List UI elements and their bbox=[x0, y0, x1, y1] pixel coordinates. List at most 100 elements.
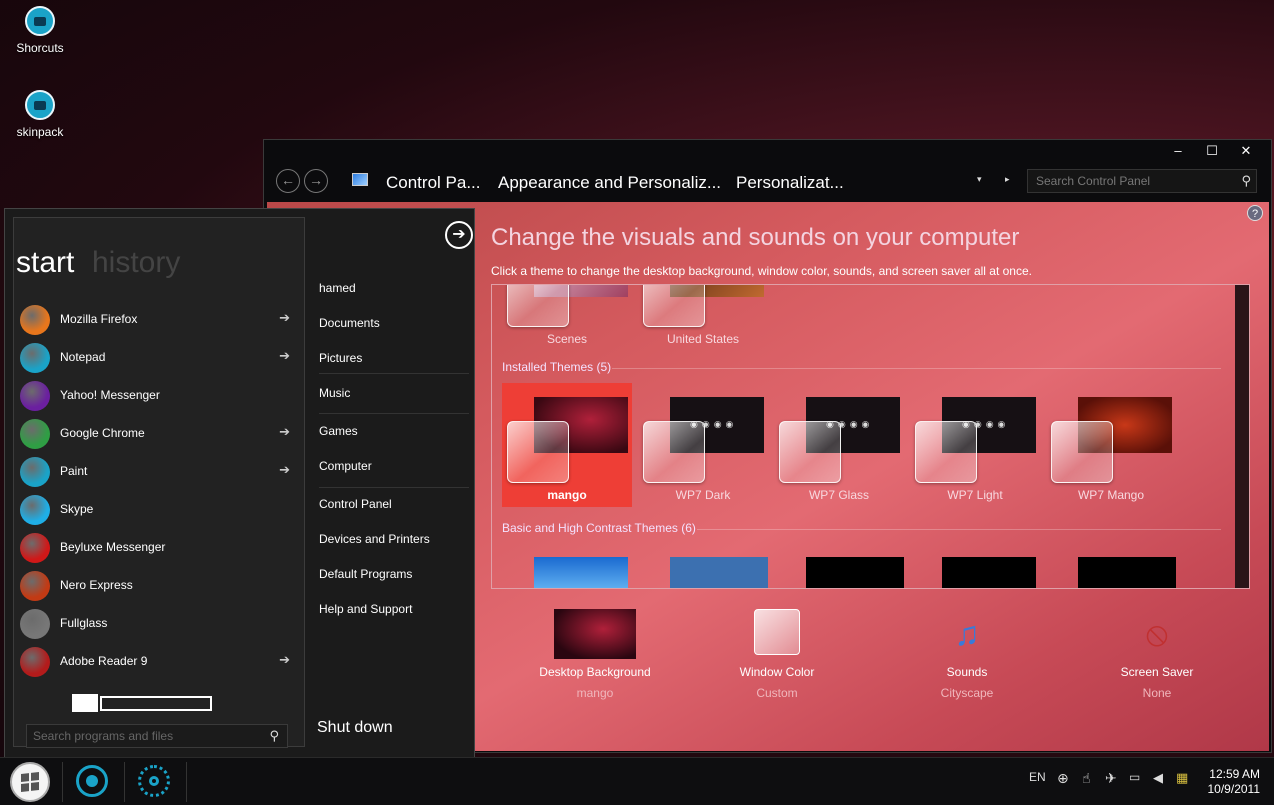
search-placeholder: Search programs and files bbox=[33, 729, 174, 743]
chevron-down-icon[interactable]: ▾ bbox=[977, 174, 982, 185]
program-icon bbox=[20, 305, 50, 335]
battery-icon[interactable]: ▭ bbox=[1129, 770, 1140, 784]
theme-glass-swatch bbox=[779, 421, 841, 483]
start-button[interactable] bbox=[10, 762, 50, 802]
breadcrumb-control-panel[interactable]: Control Pa... bbox=[386, 173, 481, 193]
program-label: Fullglass bbox=[60, 616, 108, 630]
eye-icon[interactable] bbox=[76, 765, 108, 797]
theme-wp7-glass[interactable]: ◉◉◉◉ WP7 Glass bbox=[774, 383, 904, 507]
control-panel-search-input[interactable]: Search Control Panel ⚲ bbox=[1027, 169, 1257, 193]
maximize-button[interactable]: ☐ bbox=[1195, 142, 1229, 160]
theme-basic-4[interactable] bbox=[942, 557, 1036, 588]
search-icon[interactable]: ⚲ bbox=[269, 728, 279, 744]
forward-button[interactable]: → bbox=[304, 169, 328, 193]
program-icon bbox=[20, 343, 50, 373]
jump-list-arrow-icon[interactable]: ➔ bbox=[279, 424, 290, 440]
program-item[interactable]: Beyluxe Messenger bbox=[18, 530, 300, 566]
desktop-icon-skinpack[interactable]: skinpack bbox=[4, 90, 76, 139]
installed-themes-header: Installed Themes (5) bbox=[502, 360, 612, 374]
volume-icon[interactable]: ◀ bbox=[1153, 770, 1163, 786]
all-programs-arrow-icon[interactable]: ➔ bbox=[445, 221, 473, 249]
program-item[interactable]: Skype bbox=[18, 492, 300, 528]
flag-icon[interactable]: ▦ bbox=[1176, 770, 1188, 786]
screen-saver-icon: ⦸ bbox=[1145, 615, 1169, 653]
place-item[interactable]: Games bbox=[319, 424, 358, 438]
theme-wp7-light[interactable]: ◉◉◉◉ WP7 Light bbox=[910, 383, 1040, 507]
close-button[interactable]: ✕ bbox=[1229, 142, 1263, 160]
program-label: Skype bbox=[60, 502, 94, 516]
places-divider bbox=[319, 373, 469, 374]
language-indicator[interactable]: EN bbox=[1029, 770, 1046, 784]
program-item[interactable]: Yahoo! Messenger bbox=[18, 378, 300, 414]
theme-basic-1[interactable] bbox=[534, 557, 628, 588]
place-item[interactable]: Music bbox=[319, 386, 350, 400]
breadcrumb-personalization[interactable]: Personalizat... bbox=[736, 173, 844, 193]
place-item[interactable]: Computer bbox=[319, 459, 372, 473]
shutdown-button[interactable]: Shut down bbox=[317, 719, 393, 737]
network-icon[interactable]: ✈ bbox=[1105, 770, 1117, 787]
program-item[interactable]: Mozilla Firefox ➔ bbox=[18, 302, 300, 338]
theme-wp7-mango[interactable]: WP7 Mango bbox=[1046, 383, 1176, 507]
setting-value: mango bbox=[576, 686, 614, 700]
theme-label: Scenes bbox=[546, 332, 588, 346]
program-item[interactable]: Google Chrome ➔ bbox=[18, 416, 300, 452]
chevron-right-icon[interactable]: ▸ bbox=[1005, 174, 1010, 185]
taskbar: EN ⊕ ☝ ✈ ▭ ◀ ▦ 12:59 AM 10/9/2011 bbox=[0, 757, 1274, 805]
jump-list-arrow-icon[interactable]: ➔ bbox=[279, 310, 290, 326]
sounds-link[interactable]: ♫ Sounds Cityscape bbox=[897, 609, 1037, 700]
minimize-button[interactable]: ‒ bbox=[1161, 142, 1195, 160]
taskbar-divider bbox=[186, 762, 187, 802]
back-button[interactable]: ← bbox=[276, 169, 300, 193]
program-item[interactable]: Nero Express bbox=[18, 568, 300, 604]
section-divider bbox=[612, 368, 1221, 369]
place-item[interactable]: Help and Support bbox=[319, 602, 412, 616]
start-tab[interactable]: start bbox=[16, 246, 74, 280]
place-item[interactable]: Default Programs bbox=[319, 567, 412, 581]
place-item[interactable]: hamed bbox=[319, 281, 356, 295]
desktop-background-link[interactable]: Desktop Background mango bbox=[525, 609, 665, 700]
thumbs-up-icon[interactable]: ☝ bbox=[1082, 770, 1091, 787]
theme-basic-5[interactable] bbox=[1078, 557, 1176, 588]
user-name-box[interactable] bbox=[100, 696, 212, 711]
search-icon[interactable]: ⚲ bbox=[1241, 173, 1251, 189]
theme-label: WP7 Light bbox=[947, 488, 1003, 502]
theme-wp7-dark[interactable]: ◉◉◉◉ WP7 Dark bbox=[638, 383, 768, 507]
theme-scenes[interactable]: Scenes bbox=[502, 285, 632, 351]
theme-basic-3[interactable] bbox=[806, 557, 904, 588]
window-caption-buttons: ‒ ☐ ✕ bbox=[1161, 142, 1263, 160]
window-color-link[interactable]: Window Color Custom bbox=[707, 609, 847, 700]
program-item[interactable]: Paint ➔ bbox=[18, 454, 300, 490]
page-subtitle: Click a theme to change the desktop back… bbox=[491, 264, 1032, 278]
jump-list-arrow-icon[interactable]: ➔ bbox=[279, 462, 290, 478]
gear-icon[interactable] bbox=[138, 765, 170, 797]
place-item[interactable]: Documents bbox=[319, 316, 380, 330]
page-title: Change the visuals and sounds on your co… bbox=[491, 224, 1020, 251]
upload-icon[interactable]: ⊕ bbox=[1057, 770, 1069, 787]
program-item[interactable]: Notepad ➔ bbox=[18, 340, 300, 376]
theme-list-scrollbar[interactable] bbox=[1235, 285, 1249, 588]
clock[interactable]: 12:59 AM 10/9/2011 bbox=[1208, 767, 1261, 797]
jump-list-arrow-icon[interactable]: ➔ bbox=[279, 652, 290, 668]
program-label: Mozilla Firefox bbox=[60, 312, 138, 326]
setting-title: Desktop Background bbox=[539, 665, 651, 679]
theme-united-states[interactable]: United States bbox=[638, 285, 768, 351]
place-item[interactable]: Control Panel bbox=[319, 497, 392, 511]
program-label: Paint bbox=[60, 464, 88, 478]
place-item[interactable]: Pictures bbox=[319, 351, 362, 365]
desktop-icon-shortcuts[interactable]: Shorcuts bbox=[4, 6, 76, 55]
user-picture[interactable] bbox=[72, 694, 98, 712]
theme-label: WP7 Dark bbox=[675, 488, 731, 502]
jump-list-arrow-icon[interactable]: ➔ bbox=[279, 348, 290, 364]
screen-saver-link[interactable]: ⦸ Screen Saver None bbox=[1087, 609, 1227, 700]
theme-basic-2[interactable] bbox=[670, 557, 768, 588]
theme-mango[interactable]: mango bbox=[502, 383, 632, 507]
program-item[interactable]: Fullglass bbox=[18, 606, 300, 642]
places-divider bbox=[319, 487, 469, 488]
program-item[interactable]: Adobe Reader 9 ➔ bbox=[18, 644, 300, 680]
place-item[interactable]: Devices and Printers bbox=[319, 532, 430, 546]
breadcrumb-appearance[interactable]: Appearance and Personaliz... bbox=[498, 173, 721, 193]
help-icon[interactable]: ? bbox=[1247, 205, 1263, 221]
start-search-input[interactable]: Search programs and files ⚲ bbox=[26, 724, 288, 748]
history-tab[interactable]: history bbox=[92, 246, 180, 280]
windows-logo-icon bbox=[21, 772, 39, 792]
